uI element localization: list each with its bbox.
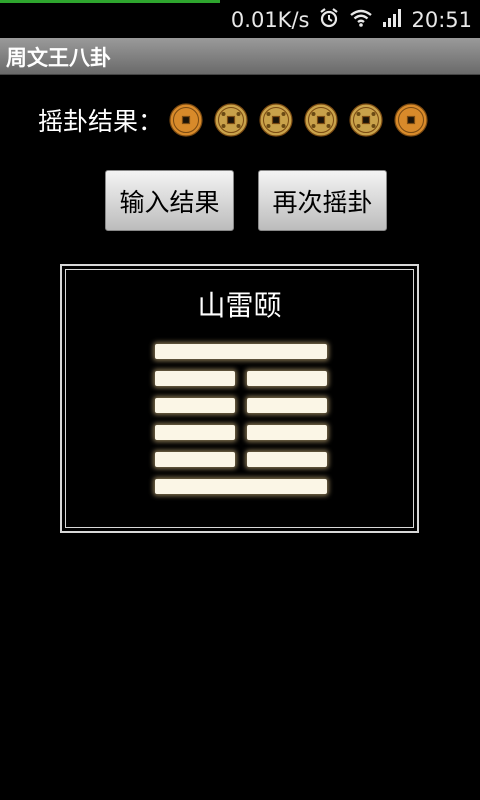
hexagram-panel: 山雷颐	[60, 264, 419, 533]
coin-back-icon	[214, 103, 248, 137]
hexagram-line-yang	[155, 479, 327, 494]
alarm-icon	[318, 7, 340, 33]
coin-back-icon	[349, 103, 383, 137]
wifi-icon	[349, 8, 373, 32]
status-right-group: 0.01K/s 20:51	[231, 6, 472, 34]
hexagram-line-yin-segment	[247, 371, 327, 386]
hexagram-name: 山雷颐	[197, 289, 282, 322]
coin-front-icon	[169, 103, 203, 137]
coin-back-icon	[259, 103, 293, 137]
app-title-bar: 周文王八卦	[0, 38, 480, 75]
app-title: 周文王八卦	[6, 46, 111, 70]
hexagram-line-yin-segment	[155, 371, 235, 386]
hexagram-line-yang	[155, 344, 327, 359]
hexagram-line-yin-segment	[155, 452, 235, 467]
hexagram-line-yin-segment	[247, 398, 327, 413]
hexagram-line-yin-segment	[247, 452, 327, 467]
hexagram-line-yin-segment	[155, 425, 235, 440]
shake-result-row: 摇卦结果：	[38, 100, 428, 140]
signal-icon	[382, 8, 402, 32]
download-progress-bar	[0, 0, 220, 3]
shake-result-label: 摇卦结果：	[38, 107, 164, 136]
hexagram-line-yin-segment	[247, 425, 327, 440]
coin-back-icon	[304, 103, 338, 137]
hexagram-line-yin-segment	[155, 398, 235, 413]
reshake-button[interactable]: 再次摇卦	[258, 170, 387, 231]
coin-results	[169, 103, 428, 137]
clock: 20:51	[411, 8, 472, 32]
input-result-button[interactable]: 输入结果	[105, 170, 234, 231]
status-bar: 0.01K/s 20:51	[0, 0, 480, 38]
coin-front-icon	[394, 103, 428, 137]
network-speed: 0.01K/s	[230, 8, 310, 32]
